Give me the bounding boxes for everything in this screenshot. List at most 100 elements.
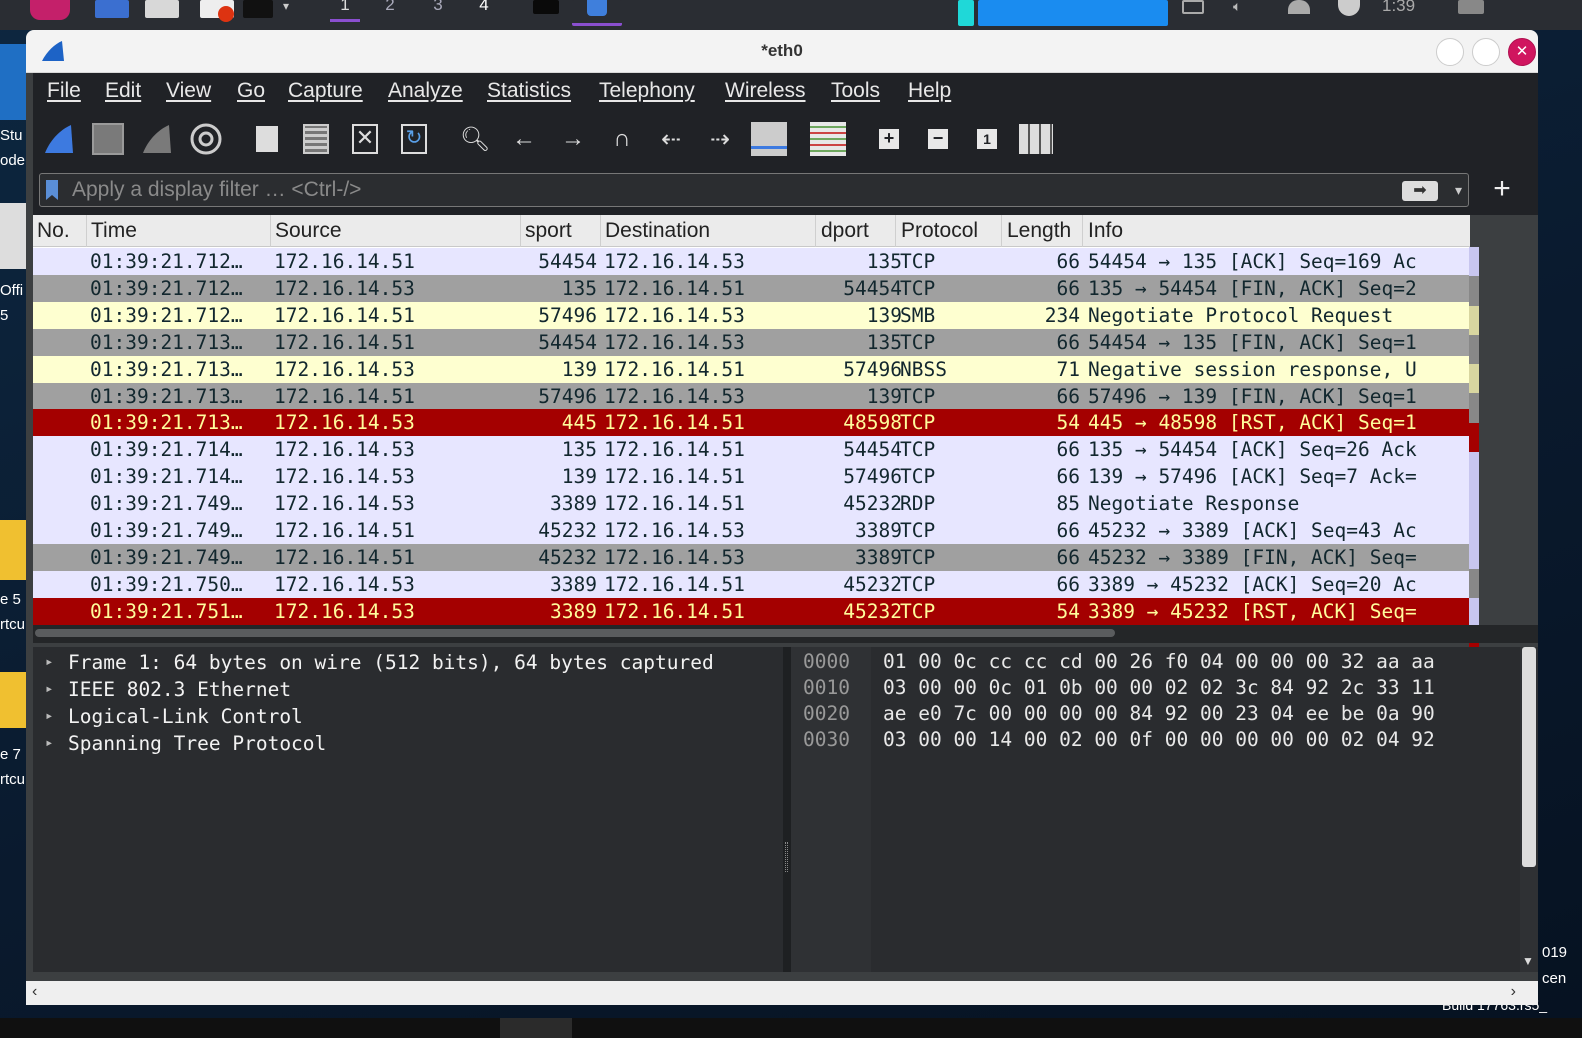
packet-row[interactable]: 01:39:21.712… 172.16.14.53 135 172.16.14.51… <box>33 274 1470 302</box>
detail-tree-item[interactable]: ▸ Spanning Tree Protocol <box>33 730 783 757</box>
add-filter-button-icon[interactable]: + <box>1487 171 1517 207</box>
scrollbar-thumb[interactable] <box>35 629 1115 637</box>
forward-arrow-icon[interactable]: → <box>553 119 593 159</box>
zoom-out-icon[interactable]: − <box>918 119 958 159</box>
packet-row[interactable]: 01:39:21.713… 172.16.14.51 54454 172.16.14.… <box>33 328 1470 356</box>
volume-icon[interactable]: 🔈︎ <box>1233 0 1255 14</box>
display-filter-input[interactable]: Apply a display filter … <Ctrl-/> ➡ ▾ <box>39 173 1469 207</box>
browser-icon[interactable] <box>200 0 234 22</box>
packet-row[interactable]: 01:39:21.713… 172.16.14.53 445 172.16.14.51… <box>33 409 1470 437</box>
resize-columns-icon[interactable] <box>1016 119 1056 159</box>
packet-minimap[interactable] <box>1469 247 1479 657</box>
window-titlebar[interactable]: *eth0 ✕ <box>26 30 1538 73</box>
column-header-no[interactable]: No. <box>37 219 70 243</box>
packet-row[interactable]: 01:39:21.712… 172.16.14.51 57496 172.16.14.… <box>33 301 1470 329</box>
workspace-1[interactable]: 1 <box>330 0 360 22</box>
expand-arrow-icon[interactable]: ▸ <box>45 676 53 703</box>
bookmark-icon[interactable] <box>46 180 58 200</box>
network-icon[interactable] <box>1182 0 1204 14</box>
back-arrow-icon[interactable]: ← <box>504 119 544 159</box>
vscode-icon[interactable] <box>0 44 26 120</box>
column-header-info[interactable]: Info <box>1088 219 1123 243</box>
bytes-row[interactable]: 0030 03 00 00 14 00 02 00 0f 00 00 00 00 … <box>791 727 1538 753</box>
column-header-dport[interactable]: dport <box>821 219 869 243</box>
column-header-protocol[interactable]: Protocol <box>901 219 978 243</box>
colorize-icon[interactable] <box>808 119 848 159</box>
scroll-right-icon[interactable]: › <box>1511 983 1516 1001</box>
packet-row[interactable]: 01:39:21.750… 172.16.14.53 3389 172.16.14.5… <box>33 570 1470 598</box>
pane-splitter[interactable] <box>783 647 791 972</box>
scroll-down-icon[interactable]: ▼ <box>1522 954 1534 968</box>
column-header-length[interactable]: Length <box>1007 219 1071 243</box>
packet-list-scrollbar[interactable] <box>33 625 1538 643</box>
packet-row[interactable]: 01:39:21.712… 172.16.14.51 54454 172.16.14.… <box>33 248 1470 275</box>
reload-file-icon[interactable]: ↻ <box>394 119 434 159</box>
workspace-4[interactable]: 4 <box>469 0 499 22</box>
menu-file[interactable]: File <box>47 79 81 103</box>
minimize-button[interactable] <box>1436 38 1464 66</box>
open-file-icon[interactable] <box>247 119 287 159</box>
notification-bell-icon[interactable] <box>1288 0 1310 14</box>
menu-telephony[interactable]: Telephony <box>599 79 695 103</box>
gear-options-icon[interactable] <box>186 119 226 159</box>
kali-menu-icon[interactable] <box>30 0 70 20</box>
autoscroll-icon[interactable] <box>749 119 789 159</box>
jump-to-packet-icon[interactable]: ∩ <box>602 119 642 159</box>
file-manager-icon[interactable] <box>95 0 129 18</box>
scroll-left-icon[interactable]: ‹ <box>32 983 37 1001</box>
menu-capture[interactable]: Capture <box>288 79 363 103</box>
chevron-down-icon[interactable]: ▾ <box>283 0 299 18</box>
expand-arrow-icon[interactable]: ▸ <box>45 730 53 757</box>
packet-row[interactable]: 01:39:21.714… 172.16.14.53 139 172.16.14.51… <box>33 463 1470 491</box>
normal-size-icon[interactable]: 1 <box>967 119 1007 159</box>
column-header-destination[interactable]: Destination <box>605 219 710 243</box>
close-button[interactable]: ✕ <box>1508 38 1536 66</box>
menu-analyze[interactable]: Analyze <box>388 79 463 103</box>
shark-fin-start-icon[interactable] <box>39 119 79 159</box>
show-desktop-icon[interactable] <box>1458 0 1484 14</box>
column-header-sport[interactable]: sport <box>525 219 572 243</box>
expand-arrow-icon[interactable]: ▸ <box>45 649 53 676</box>
menu-tools[interactable]: Tools <box>831 79 880 103</box>
folder-icon[interactable] <box>0 520 26 580</box>
expand-arrow-icon[interactable]: ▸ <box>45 703 53 730</box>
packet-row[interactable]: 01:39:21.713… 172.16.14.51 57496 172.16.14.… <box>33 382 1470 410</box>
packet-row[interactable]: 01:39:21.749… 172.16.14.51 45232 172.16.14.… <box>33 517 1470 544</box>
bytes-row[interactable]: 0000 01 00 0c cc cc cd 00 26 f0 04 00 00 … <box>791 649 1538 675</box>
text-editor-icon[interactable] <box>145 0 179 18</box>
horizontal-scrollbar[interactable]: ‹ › <box>26 981 1538 1005</box>
menu-statistics[interactable]: Statistics <box>487 79 571 103</box>
packet-row[interactable]: 01:39:21.749… 172.16.14.53 3389 172.16.14.5… <box>33 490 1470 518</box>
menu-edit[interactable]: Edit <box>105 79 141 103</box>
menu-wireless[interactable]: Wireless <box>725 79 806 103</box>
stop-square-icon[interactable] <box>88 119 128 159</box>
terminal-icon[interactable] <box>243 0 273 18</box>
save-file-icon[interactable] <box>296 119 336 159</box>
terminal-window-icon[interactable] <box>533 0 559 14</box>
bytes-row[interactable]: 0020 ae e0 7c 00 00 00 00 84 92 00 23 04 … <box>791 701 1538 727</box>
workspace-2[interactable]: 2 <box>375 0 405 22</box>
bytes-vertical-scrollbar[interactable]: ▼ <box>1520 647 1538 972</box>
packet-row[interactable]: 01:39:21.749… 172.16.14.51 45232 172.16.14.… <box>33 543 1470 571</box>
folder-icon[interactable] <box>0 672 26 728</box>
menu-go[interactable]: Go <box>237 79 265 103</box>
bytes-row[interactable]: 0010 03 00 00 0c 01 0b 00 00 02 02 3c 84 … <box>791 675 1538 701</box>
column-header-time[interactable]: Time <box>91 219 137 243</box>
packet-row[interactable]: 01:39:21.714… 172.16.14.53 135 172.16.14.51… <box>33 436 1470 464</box>
column-header-source[interactable]: Source <box>275 219 342 243</box>
chevron-down-icon[interactable]: ▾ <box>1455 174 1462 206</box>
first-packet-icon[interactable]: ⇠ <box>651 119 691 159</box>
packet-row[interactable]: 01:39:21.713… 172.16.14.53 139 172.16.14.51… <box>33 355 1470 383</box>
last-packet-icon[interactable]: ⇢ <box>700 119 740 159</box>
detail-tree-item[interactable]: ▸ Logical-Link Control <box>33 703 783 730</box>
apply-filter-icon[interactable]: ➡ <box>1402 181 1438 201</box>
taskbar-window-thumb[interactable] <box>500 1018 572 1038</box>
packet-row[interactable]: 01:39:21.751… 172.16.14.53 3389 172.16.14.5… <box>33 597 1470 625</box>
detail-tree-item[interactable]: ▸ Frame 1: 64 bytes on wire (512 bits), 6… <box>33 649 783 676</box>
file-icon[interactable] <box>0 203 26 269</box>
wireshark-task-icon[interactable] <box>572 0 622 26</box>
restart-fin-icon[interactable] <box>137 119 177 159</box>
menu-view[interactable]: View <box>166 79 211 103</box>
maximize-button[interactable] <box>1472 38 1500 66</box>
menu-help[interactable]: Help <box>908 79 951 103</box>
